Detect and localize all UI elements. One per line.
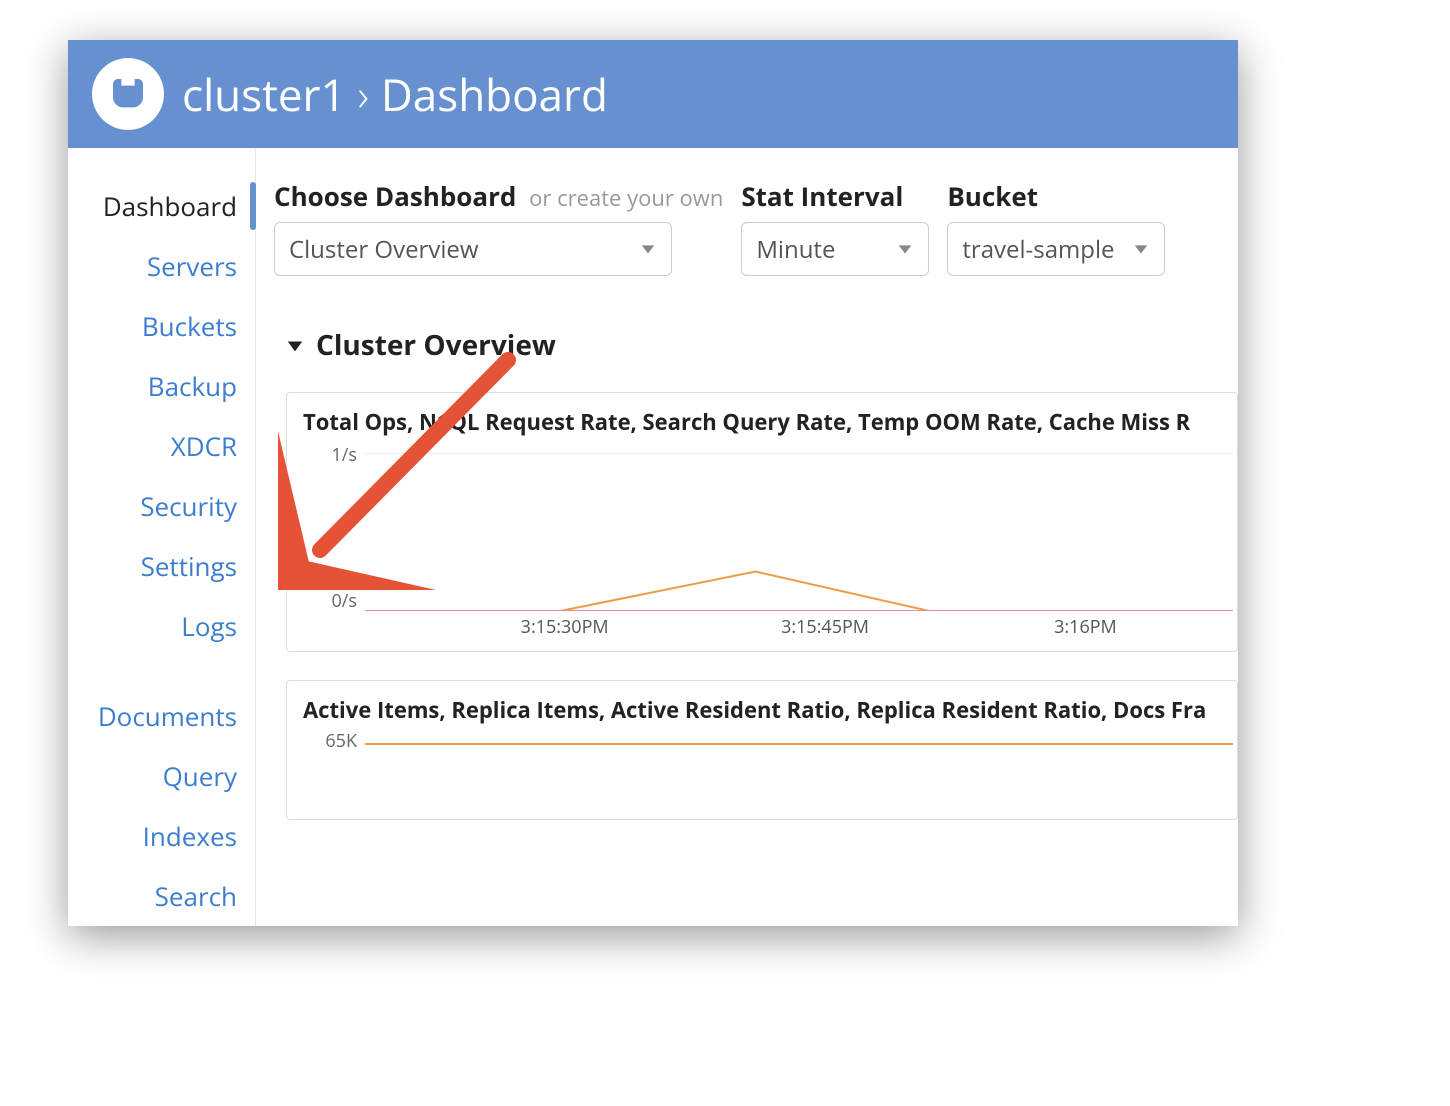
sidebar-divider bbox=[68, 656, 255, 686]
stat-interval-value: Minute bbox=[756, 233, 835, 266]
bucket-value: travel-sample bbox=[962, 233, 1114, 266]
section-toggle[interactable]: Cluster Overview bbox=[286, 326, 1238, 364]
sidebar-item-query[interactable]: Query bbox=[68, 746, 255, 806]
y-tick-top: 1/s bbox=[332, 443, 357, 467]
plot-area bbox=[365, 741, 1233, 779]
sidebar-item-settings[interactable]: Settings bbox=[68, 536, 255, 596]
triangle-down-icon bbox=[286, 326, 304, 364]
sidebar-item-logs[interactable]: Logs bbox=[68, 596, 255, 656]
stat-interval-select[interactable]: Minute bbox=[741, 222, 929, 276]
main-content: Choose Dashboard or create your own Clus… bbox=[256, 148, 1238, 926]
sidebar-item-xdcr[interactable]: XDCR bbox=[68, 416, 255, 476]
bucket-label: Bucket bbox=[947, 178, 1165, 214]
sidebar-item-security[interactable]: Security bbox=[68, 476, 255, 536]
x-axis: 3:15:30PM 3:15:45PM 3:16PM bbox=[365, 615, 1233, 643]
sidebar-item-documents[interactable]: Documents bbox=[68, 686, 255, 746]
bucket-select[interactable]: travel-sample bbox=[947, 222, 1165, 276]
app-window: cluster1 › Dashboard Dashboard Servers B… bbox=[68, 40, 1238, 926]
dashboard-controls: Choose Dashboard or create your own Clus… bbox=[274, 178, 1238, 276]
sidebar-item-buckets[interactable]: Buckets bbox=[68, 296, 255, 356]
chart-title: Total Ops, N1QL Request Rate, Search Que… bbox=[303, 407, 1233, 437]
control-stat-interval: Stat Interval Minute bbox=[741, 178, 929, 276]
y-tick-bottom: 0/s bbox=[332, 589, 357, 613]
sidebar-item-dashboard[interactable]: Dashboard bbox=[68, 176, 255, 236]
caret-down-icon bbox=[1132, 233, 1150, 266]
chart-body: 65K bbox=[303, 731, 1233, 811]
x-tick: 3:16PM bbox=[1054, 615, 1117, 639]
choose-dashboard-value: Cluster Overview bbox=[289, 233, 478, 266]
choose-dashboard-label: Choose Dashboard or create your own bbox=[274, 178, 723, 214]
caret-down-icon bbox=[896, 233, 914, 266]
chart-items-ratios[interactable]: Active Items, Replica Items, Active Resi… bbox=[286, 680, 1238, 820]
control-bucket: Bucket travel-sample bbox=[947, 178, 1165, 276]
x-tick: 3:15:45PM bbox=[781, 615, 869, 639]
x-tick: 3:15:30PM bbox=[521, 615, 609, 639]
sidebar-item-servers[interactable]: Servers bbox=[68, 236, 255, 296]
choose-dashboard-hint[interactable]: or create your own bbox=[529, 183, 723, 213]
sidebar: Dashboard Servers Buckets Backup XDCR Se… bbox=[68, 148, 256, 926]
sidebar-item-indexes[interactable]: Indexes bbox=[68, 806, 255, 866]
chart-ops-rates[interactable]: Total Ops, N1QL Request Rate, Search Que… bbox=[286, 392, 1238, 652]
breadcrumb-page: Dashboard bbox=[381, 64, 608, 124]
chart-title: Active Items, Replica Items, Active Resi… bbox=[303, 695, 1233, 725]
couchbase-logo-icon bbox=[92, 58, 164, 130]
stat-interval-label: Stat Interval bbox=[741, 178, 929, 214]
section-cluster-overview: Cluster Overview Total Ops, N1QL Request… bbox=[274, 326, 1238, 820]
sidebar-item-backup[interactable]: Backup bbox=[68, 356, 255, 416]
line-series bbox=[365, 743, 1233, 745]
caret-down-icon bbox=[639, 233, 657, 266]
choose-dashboard-label-text: Choose Dashboard bbox=[274, 178, 516, 214]
gridline-top bbox=[365, 453, 1233, 454]
section-title: Cluster Overview bbox=[316, 326, 556, 364]
baseline bbox=[365, 610, 1233, 611]
header-bar: cluster1 › Dashboard bbox=[68, 40, 1238, 148]
chart-body: 1/s 0/s 3:15:30PM 3:15:45PM 3: bbox=[303, 443, 1233, 643]
logo-glyph bbox=[108, 74, 148, 114]
y-tick-top: 65K bbox=[325, 729, 357, 753]
chevron-right-icon: › bbox=[358, 64, 369, 124]
breadcrumb-cluster[interactable]: cluster1 bbox=[182, 64, 346, 124]
control-choose-dashboard: Choose Dashboard or create your own Clus… bbox=[274, 178, 723, 276]
line-series bbox=[365, 453, 1233, 611]
plot-area bbox=[365, 453, 1233, 611]
choose-dashboard-select[interactable]: Cluster Overview bbox=[274, 222, 672, 276]
body: Dashboard Servers Buckets Backup XDCR Se… bbox=[68, 148, 1238, 926]
sidebar-item-search[interactable]: Search bbox=[68, 866, 255, 926]
